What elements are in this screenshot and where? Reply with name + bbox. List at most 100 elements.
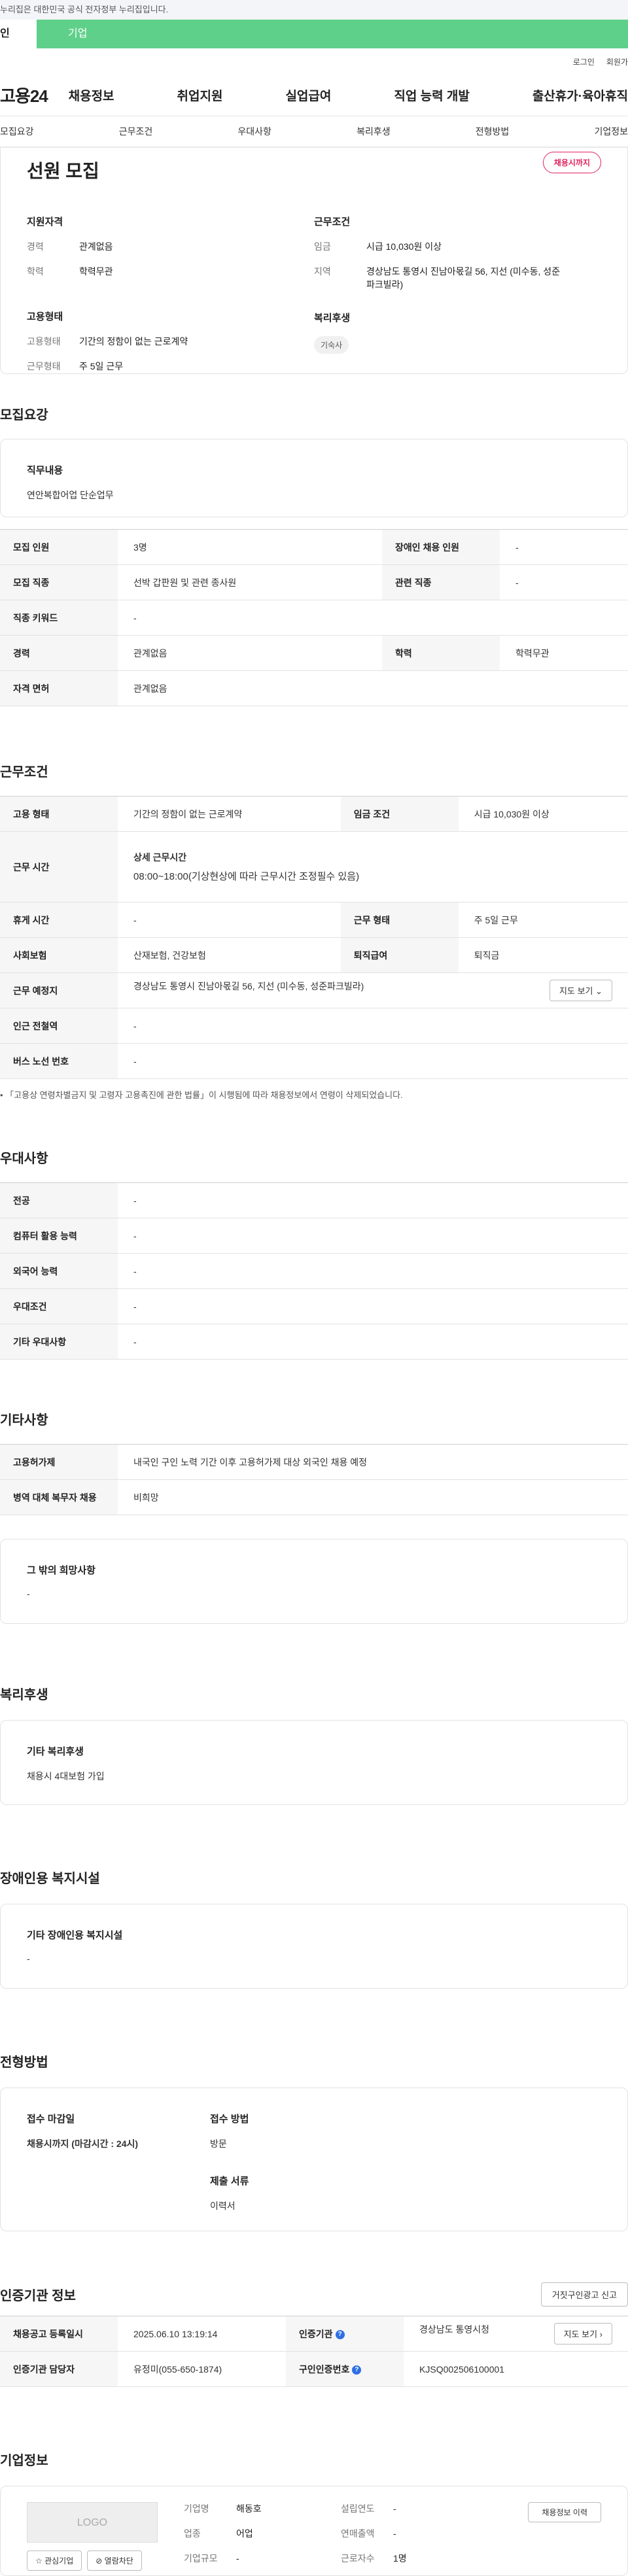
cell-label: 인증기관 담당자: [0, 2351, 118, 2387]
company-section: 기업정보 LOGO ☆ 관심기업 ⊘ 열람차단 기업명 해동호 업종 어업 기업규모…: [0, 2450, 628, 2576]
pref-section: 우대사항 전공 - 컴퓨터 활용 능력 - 외국어 능력 - 우대조건 - 기타 우대사…: [0, 1148, 628, 1360]
anchor-welfare[interactable]: 복리후생: [357, 125, 391, 138]
cell-label: 임금 조건: [340, 796, 459, 832]
cell-label: 관련 직종: [382, 564, 500, 600]
work-table: 고용 형태 기간의 정함이 없는 근로계약 임금 조건 시급 10,030원 이상 …: [0, 796, 628, 1079]
cell-label: 사회보험: [0, 937, 118, 973]
cell-label: 모집 인원: [0, 529, 118, 565]
cell-label: 병역 대체 복무자 채용: [0, 1479, 118, 1515]
signup-link[interactable]: 회원가: [606, 56, 628, 67]
utility-links: 로그인 회원가: [0, 48, 628, 75]
work-time-value: 08:00~18:00(기상현상에 따라 근무시간 조정필수 있음): [133, 871, 360, 882]
cell-value: -: [500, 564, 628, 600]
etc-table: 고용허가제 내국인 구인 노력 기간 이후 고용허가제 대상 외국인 채용 예정 …: [0, 1444, 628, 1515]
cell-label: 휴게 시간: [0, 902, 118, 938]
deadline-badge: 채용시까지: [542, 152, 601, 173]
cell-label: 직종 키워드: [0, 600, 118, 636]
table-row: 사회보험 산재보험, 건강보험 퇴직급여 퇴직금: [0, 937, 628, 973]
gnb-item-parental-leave[interactable]: 출산휴가·육아휴직: [532, 86, 628, 104]
table-row: 직종 키워드 -: [0, 600, 628, 636]
table-row: 채용공고 등록일시 2025.06.10 13:19:14 인증기관? 경상남도…: [0, 2316, 628, 2352]
table-row: 모집 직종 선박 갑판원 및 관련 종사원 관련 직종 -: [0, 564, 628, 600]
disability-title: 장애인용 복지시설: [0, 1872, 100, 1886]
company-box: LOGO ☆ 관심기업 ⊘ 열람차단 기업명 해동호 업종 어업 기업규모 - 설립연…: [0, 2486, 628, 2576]
anchor-selection[interactable]: 전형방법: [476, 125, 510, 138]
qualification-block: 지원자격 경력 관계없음 학력 학력무관 고용형태 고용형태 기간의 정함이 없는 근…: [27, 215, 314, 385]
selection-section: 전형방법 접수 마감일 채용시까지 (마감시간 : 24시) 접수 방법 방문 …: [0, 2052, 628, 2231]
cell-value: 산재보험, 건강보험: [118, 937, 341, 973]
tab-personal[interactable]: 인: [0, 20, 37, 48]
cell-label: 근무 형태: [340, 902, 459, 938]
other-wish-box: 그 밖의 희망사항 -: [0, 1539, 628, 1624]
cell-label: 전공: [0, 1182, 118, 1218]
company-logo-placeholder: LOGO: [27, 2502, 158, 2543]
table-row: 휴게 시간 - 근무 형태 주 5일 근무: [0, 902, 628, 938]
tab-corporate[interactable]: 기업: [37, 20, 87, 48]
anchor-work[interactable]: 근무조건: [119, 125, 153, 138]
qual-heading: 지원자격: [27, 216, 63, 228]
agency-table: 채용공고 등록일시 2025.06.10 13:19:14 인증기관? 경상남도…: [0, 2316, 628, 2387]
anchor-pref[interactable]: 우대사항: [237, 125, 271, 138]
cell-label: 고용 형태: [0, 796, 118, 832]
company-name-value: 해동호: [236, 2503, 262, 2514]
qual-edu-value: 학력무관: [79, 266, 113, 277]
cell-label: 외국어 능력: [0, 1253, 118, 1289]
welfare-heading: 복리후생: [314, 313, 351, 324]
cell-value: 내국인 구인 노력 기간 이후 고용허가제 대상 외국인 채용 예정: [118, 1444, 628, 1480]
selection-title: 전형방법: [0, 2055, 48, 2070]
cell-label: 고용허가제: [0, 1444, 118, 1480]
login-link[interactable]: 로그인: [573, 56, 595, 67]
recruit-table: 모집 인원 3명 장애인 채용 인원 - 모집 직종 선박 갑판원 및 관련 종사원 …: [0, 529, 628, 706]
duty-label: 직무내용: [27, 465, 63, 476]
table-row: 버스 노선 번호 -: [0, 1043, 628, 1079]
agency-label-text: 인증기관: [299, 2328, 333, 2339]
company-title: 기업정보: [0, 2454, 48, 2468]
favorite-company-button[interactable]: ☆ 관심기업: [27, 2550, 82, 2571]
work-title: 근무조건: [0, 765, 48, 780]
anchor-company[interactable]: 기업정보: [594, 125, 628, 138]
table-row: 근무 시간 상세 근무시간 08:00~18:00(기상현상에 따라 근무시간 …: [0, 831, 628, 902]
selection-box: 접수 마감일 채용시까지 (마감시간 : 24시) 접수 방법 방문 제출 서류…: [0, 2087, 628, 2231]
cond-heading: 근무조건: [314, 216, 351, 228]
cell-label: 경력: [0, 635, 118, 671]
welfare-section: 복리후생 기타 복리후생 채용시 4대보험 가입: [0, 1684, 628, 1805]
founded-label: 설립연도: [341, 2503, 375, 2514]
cell-value: 기간의 정함이 없는 근로계약: [118, 796, 341, 832]
cell-label: 모집 직종: [0, 564, 118, 600]
block-company-button[interactable]: ⊘ 열람차단: [87, 2550, 142, 2571]
gnb-item-employment-support[interactable]: 취업지원: [177, 86, 223, 104]
map-toggle-button[interactable]: 지도 보기 ⌄: [550, 980, 612, 1001]
info-icon[interactable]: ?: [352, 2365, 362, 2375]
table-row: 고용허가제 내국인 구인 노력 기간 이후 고용허가제 대상 외국인 채용 예정: [0, 1444, 628, 1480]
cert-number-label: 구인인증번호: [299, 2363, 350, 2375]
table-row: 근무 예정지 경상남도 통영시 진남아몫길 56, 지선 (미수동, 성준파크빌…: [0, 972, 628, 1008]
report-false-ad-button[interactable]: 거짓구인광고 신고: [540, 2282, 628, 2307]
recruit-title: 모집요강: [0, 408, 48, 422]
cell-value: 2025.06.10 13:19:14: [118, 2316, 287, 2352]
gov-notice-text: 누리집은 대한민국 공식 전자정부 누리집입니다.: [0, 5, 169, 14]
table-row: 인근 전철역 -: [0, 1008, 628, 1044]
pref-title: 우대사항: [0, 1152, 48, 1166]
docs-value: 이력서: [210, 2201, 236, 2211]
gnb-item-jobs[interactable]: 채용정보: [69, 86, 114, 104]
table-row: 외국어 능력 -: [0, 1253, 628, 1289]
job-history-button[interactable]: 채용정보 이력: [528, 2502, 601, 2522]
agency-name: 경상남도 통영시청: [419, 2324, 489, 2335]
company-size-value: -: [236, 2553, 239, 2564]
job-summary-card: 선원 모집 채용시까지 지원자격 경력 관계없음 학력 학력무관 고용형태 고용형태…: [0, 148, 628, 374]
pref-table: 전공 - 컴퓨터 활용 능력 - 외국어 능력 - 우대조건 - 기타 우대사항 -: [0, 1182, 628, 1360]
region-value: 경상남도 통영시 진남아몫길 56, 지선 (미수동, 성준파크빌라): [366, 266, 561, 290]
qual-career-label: 경력: [27, 241, 44, 252]
welfare-value: 채용시 4대보험 가입: [27, 1771, 105, 1781]
info-icon[interactable]: ?: [335, 2329, 345, 2339]
cell-value: 상세 근무시간 08:00~18:00(기상현상에 따라 근무시간 조정필수 있…: [118, 831, 628, 902]
table-row: 기타 우대사항 -: [0, 1324, 628, 1360]
agency-map-button[interactable]: 지도 보기 ›: [553, 2323, 612, 2344]
qual-edu-label: 학력: [27, 266, 44, 277]
cell-value: -: [118, 600, 628, 636]
site-logo[interactable]: 고용24: [0, 83, 69, 107]
anchor-recruit[interactable]: 모집요강: [0, 125, 34, 138]
cell-value: 학력무관: [500, 635, 628, 671]
gnb-item-training[interactable]: 직업 능력 개발: [394, 86, 469, 104]
gnb-item-unemployment[interactable]: 실업급여: [285, 86, 331, 104]
